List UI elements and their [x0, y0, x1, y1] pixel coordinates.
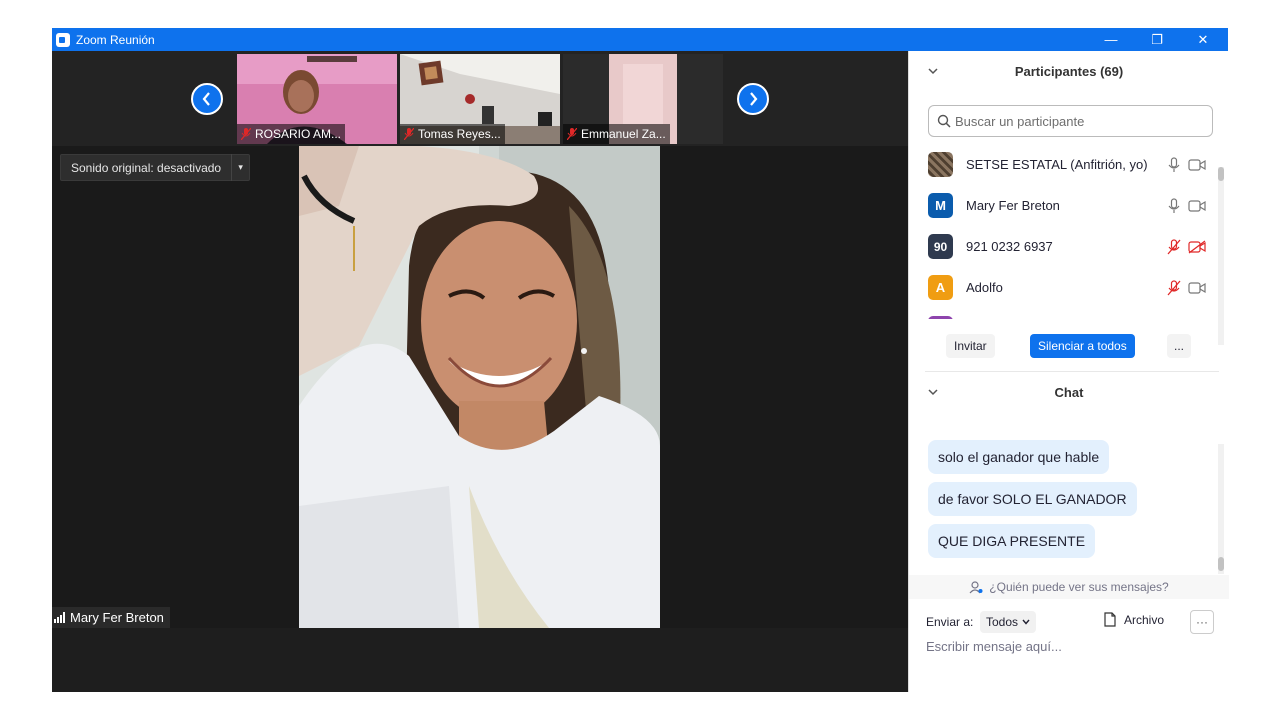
- chat-more-button[interactable]: ···: [1190, 610, 1214, 634]
- original-sound-toggle[interactable]: Sonido original: desactivado ▾: [60, 154, 251, 181]
- window-title: Zoom Reunión: [76, 32, 155, 47]
- thumbnail-strip: ROSARIO AM... Tomas Reyes... Emmanuel Za…: [52, 51, 908, 146]
- chat-message: solo el ganador que hable: [928, 440, 1110, 474]
- prev-page-button[interactable]: [191, 83, 223, 115]
- thumbnail-name: Emmanuel Za...: [581, 127, 666, 141]
- side-panel: Participantes (69) SETSE ESTATAL (Anfitr…: [908, 51, 1229, 692]
- title-bar: Zoom Reunión — ❐ ✕: [52, 28, 1228, 51]
- chat-message-input[interactable]: [926, 639, 1216, 654]
- thumbnail-name: Tomas Reyes...: [418, 127, 501, 141]
- thumbnail-caption: ROSARIO AM...: [237, 124, 346, 144]
- file-icon: [1104, 612, 1116, 627]
- participant-avatar: M: [928, 193, 953, 218]
- participant-row[interactable]: M Mary Fer Breton: [909, 185, 1219, 226]
- chevron-down-icon[interactable]: [927, 386, 939, 398]
- meeting-controls-bar: [52, 628, 908, 692]
- participant-name: 921 0232 6937: [966, 239, 1053, 254]
- zoom-app-icon: [56, 32, 70, 47]
- chevron-left-icon: [202, 92, 210, 106]
- chat-privacy-text: ¿Quién puede ver sus mensajes?: [989, 580, 1169, 594]
- video-area: ROSARIO AM... Tomas Reyes... Emmanuel Za…: [52, 51, 908, 692]
- chat-privacy-notice[interactable]: ¿Quién puede ver sus mensajes?: [909, 575, 1229, 599]
- mic-off-icon: [567, 128, 577, 140]
- participant-avatar: 90: [928, 234, 953, 259]
- recipient-select[interactable]: Todos: [980, 611, 1037, 633]
- minimize-button[interactable]: —: [1088, 28, 1134, 51]
- participants-title: Participantes (69): [1014, 63, 1124, 79]
- active-speaker-name: Mary Fer Breton: [70, 610, 164, 625]
- maximize-button[interactable]: ❐: [1134, 28, 1180, 51]
- recipient-value: Todos: [986, 615, 1019, 629]
- thumbnail-name: ROSARIO AM...: [255, 127, 342, 141]
- participant-row[interactable]: A Adolfo: [909, 267, 1219, 308]
- participant-list: SETSE ESTATAL (Anfitrión, yo) M Mary Fer…: [909, 144, 1219, 319]
- signal-strength-icon: [54, 612, 65, 623]
- participant-thumbnail[interactable]: ROSARIO AM...: [237, 54, 397, 144]
- microphone-icon[interactable]: [1167, 197, 1181, 214]
- microphone-icon[interactable]: [1167, 156, 1181, 173]
- mute-all-button[interactable]: Silenciar a todos: [1030, 334, 1135, 358]
- search-icon: [937, 114, 951, 128]
- participant-name: SETSE ESTATAL (Anfitrión, yo): [966, 157, 1148, 172]
- chat-header: Chat: [909, 372, 1229, 412]
- mic-off-icon: [404, 128, 414, 140]
- close-button[interactable]: ✕: [1180, 28, 1226, 51]
- mic-off-icon: [241, 128, 251, 140]
- chat-message: de favor SOLO EL GANADOR: [928, 482, 1137, 516]
- participant-scrollbar[interactable]: [1218, 167, 1224, 345]
- chat-scrollbar-thumb[interactable]: [1218, 557, 1224, 571]
- chevron-down-icon: [1022, 619, 1030, 625]
- participants-more-button[interactable]: ...: [1167, 334, 1191, 358]
- active-speaker-name-tag: Mary Fer Breton: [52, 607, 170, 628]
- chevron-down-icon[interactable]: [927, 65, 939, 77]
- file-label: Archivo: [1124, 612, 1165, 627]
- original-sound-label: Sonido original: desactivado: [71, 160, 222, 175]
- video-camera-icon[interactable]: [1188, 158, 1206, 172]
- chat-message: QUE DIGA PRESENTE: [928, 524, 1096, 558]
- thumbnail-caption: Tomas Reyes...: [400, 124, 505, 144]
- chat-send-options: Enviar a: Todos Archivo ···: [909, 609, 1229, 637]
- microphone-off-icon[interactable]: [1167, 279, 1181, 296]
- video-camera-icon[interactable]: [1188, 199, 1206, 213]
- participant-thumbnail[interactable]: Tomas Reyes...: [400, 54, 560, 144]
- participants-header: Participantes (69): [909, 51, 1229, 91]
- participant-search-input[interactable]: [955, 113, 1205, 129]
- zoom-window: Zoom Reunión — ❐ ✕ ROSARIO AM... Tomas R…: [52, 28, 1229, 692]
- send-to-label: Enviar a:: [926, 615, 974, 629]
- participant-name: Mary Fer Breton: [966, 198, 1060, 213]
- next-page-button[interactable]: [737, 83, 769, 115]
- microphone-off-icon[interactable]: [1167, 238, 1181, 255]
- user-icon: [969, 580, 983, 593]
- participant-avatar: [928, 316, 953, 319]
- participant-avatar: A: [928, 275, 953, 300]
- participant-search-box[interactable]: [928, 105, 1213, 137]
- chat-title: Chat: [1054, 384, 1084, 400]
- active-speaker-video: [299, 146, 660, 628]
- participant-scrollbar-thumb[interactable]: [1218, 167, 1224, 181]
- participant-row[interactable]: [909, 308, 1219, 319]
- video-camera-off-icon[interactable]: [1188, 239, 1206, 254]
- chat-message-list: solo el ganador que hable de favor SOLO …: [909, 440, 1219, 572]
- speaker-video-image: [299, 146, 660, 628]
- file-button[interactable]: Archivo: [1104, 612, 1164, 627]
- participant-row[interactable]: 90 921 0232 6937: [909, 226, 1219, 267]
- participant-thumbnail[interactable]: Emmanuel Za...: [563, 54, 723, 144]
- thumbnail-caption: Emmanuel Za...: [563, 124, 670, 144]
- invite-button[interactable]: Invitar: [946, 334, 995, 358]
- participant-name: Adolfo: [966, 280, 1003, 295]
- participant-avatar: [928, 152, 953, 177]
- participant-row[interactable]: SETSE ESTATAL (Anfitrión, yo): [909, 144, 1219, 185]
- caret-down-icon[interactable]: ▾: [231, 154, 249, 181]
- video-camera-icon[interactable]: [1188, 281, 1206, 295]
- chevron-right-icon: [750, 92, 758, 106]
- chat-scrollbar[interactable]: [1218, 444, 1224, 574]
